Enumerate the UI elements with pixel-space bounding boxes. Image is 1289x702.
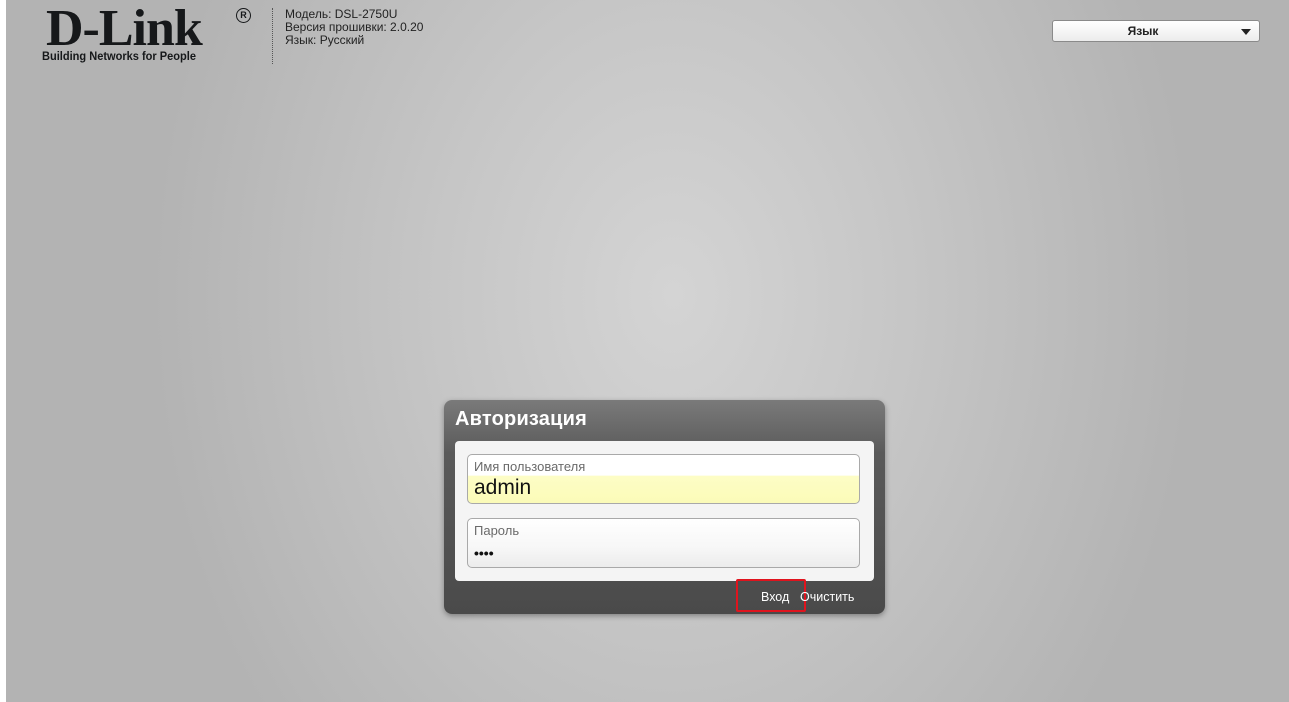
chevron-down-icon bbox=[1241, 29, 1251, 35]
login-dialog: Авторизация Имя пользователя admin Парол… bbox=[444, 400, 885, 614]
logo-word: D-Link bbox=[46, 0, 203, 57]
password-input[interactable]: •••• bbox=[474, 545, 494, 561]
password-label: Пароль bbox=[474, 523, 520, 538]
dlink-logo: D-Link R Building Networks for People bbox=[42, 0, 262, 66]
header-divider bbox=[272, 8, 273, 64]
language-text: Язык: Русский bbox=[285, 33, 365, 47]
clear-button[interactable]: Очистить bbox=[800, 590, 854, 604]
login-title: Авторизация bbox=[455, 408, 587, 430]
logo-tagline: Building Networks for People bbox=[42, 51, 196, 63]
page-background: D-Link R Building Networks for People Мо… bbox=[6, 0, 1289, 702]
language-select[interactable]: Язык bbox=[1052, 20, 1260, 42]
language-select-label: Язык bbox=[1127, 24, 1159, 38]
login-form: Имя пользователя admin Пароль •••• bbox=[455, 441, 874, 581]
password-field[interactable]: Пароль •••• bbox=[467, 518, 860, 568]
username-field[interactable]: Имя пользователя admin bbox=[467, 454, 860, 504]
username-input[interactable]: admin bbox=[474, 476, 531, 500]
login-button[interactable]: Вход bbox=[761, 590, 789, 604]
registered-mark: R bbox=[236, 8, 251, 23]
device-info: Модель: DSL-2750U Версия прошивки: 2.0.2… bbox=[285, 8, 423, 47]
username-label: Имя пользователя bbox=[474, 459, 586, 474]
